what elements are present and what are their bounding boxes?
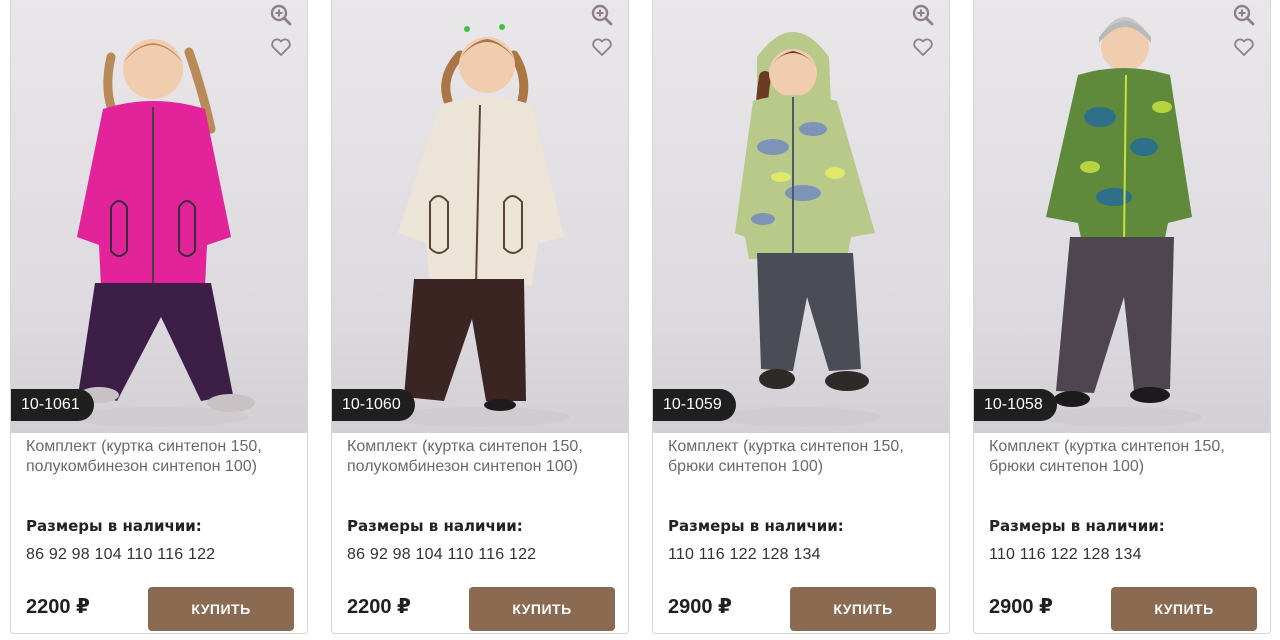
child-figure-illustration [721, 32, 881, 427]
price: 2200 ₽ [347, 596, 411, 618]
sku-badge: 10-1060 [332, 389, 415, 421]
zoom-icon[interactable] [1232, 3, 1256, 27]
product-title[interactable]: Комплект (куртка синтепон 150, полукомби… [347, 437, 619, 477]
product-card[interactable]: 10-1058 Комплект (куртка синтепон 150, б… [973, 0, 1271, 634]
sku-badge: 10-1058 [974, 389, 1057, 421]
sku-badge: 10-1059 [653, 389, 736, 421]
product-card[interactable]: 10-1061 Комплект (куртка синтепон 150, п… [10, 0, 308, 634]
sizes-list: 86 92 98 104 110 116 122 [26, 546, 216, 563]
product-photo[interactable]: 10-1059 [653, 0, 949, 433]
product-card[interactable]: 10-1059 Комплект (куртка синтепон 150, б… [652, 0, 950, 634]
heart-icon[interactable] [911, 35, 935, 59]
heart-icon[interactable] [590, 35, 614, 59]
price: 2900 ₽ [989, 596, 1053, 618]
sizes-label: Размеры в наличии: [26, 517, 202, 535]
sizes-list: 110 116 122 128 134 [989, 546, 1142, 563]
product-photo[interactable]: 10-1058 [974, 0, 1270, 433]
sizes-label: Размеры в наличии: [989, 517, 1165, 535]
child-figure-illustration [390, 24, 570, 427]
price: 2900 ₽ [668, 596, 732, 618]
buy-button[interactable]: КУПИТЬ [148, 587, 294, 631]
child-figure-illustration [1042, 17, 1202, 427]
product-title[interactable]: Комплект (куртка синтепон 150, брюки син… [989, 437, 1261, 477]
zoom-icon[interactable] [269, 3, 293, 27]
product-title[interactable]: Комплект (куртка синтепон 150, полукомби… [26, 437, 298, 477]
buy-button[interactable]: КУПИТЬ [790, 587, 936, 631]
buy-button[interactable]: КУПИТЬ [469, 587, 615, 631]
buy-button[interactable]: КУПИТЬ [1111, 587, 1257, 631]
sizes-label: Размеры в наличии: [668, 517, 844, 535]
heart-icon[interactable] [1232, 35, 1256, 59]
zoom-icon[interactable] [911, 3, 935, 27]
heart-icon[interactable] [269, 35, 293, 59]
child-figure-illustration [69, 39, 255, 427]
product-card[interactable]: 10-1060 Комплект (куртка синтепон 150, п… [331, 0, 629, 634]
product-photo[interactable]: 10-1060 [332, 0, 628, 433]
price: 2200 ₽ [26, 596, 90, 618]
sizes-list: 86 92 98 104 110 116 122 [347, 546, 537, 563]
sizes-label: Размеры в наличии: [347, 517, 523, 535]
product-photo[interactable]: 10-1061 [11, 0, 307, 433]
sizes-list: 110 116 122 128 134 [668, 546, 821, 563]
zoom-icon[interactable] [590, 3, 614, 27]
product-title[interactable]: Комплект (куртка синтепон 150, брюки син… [668, 437, 940, 477]
sku-badge: 10-1061 [11, 389, 94, 421]
